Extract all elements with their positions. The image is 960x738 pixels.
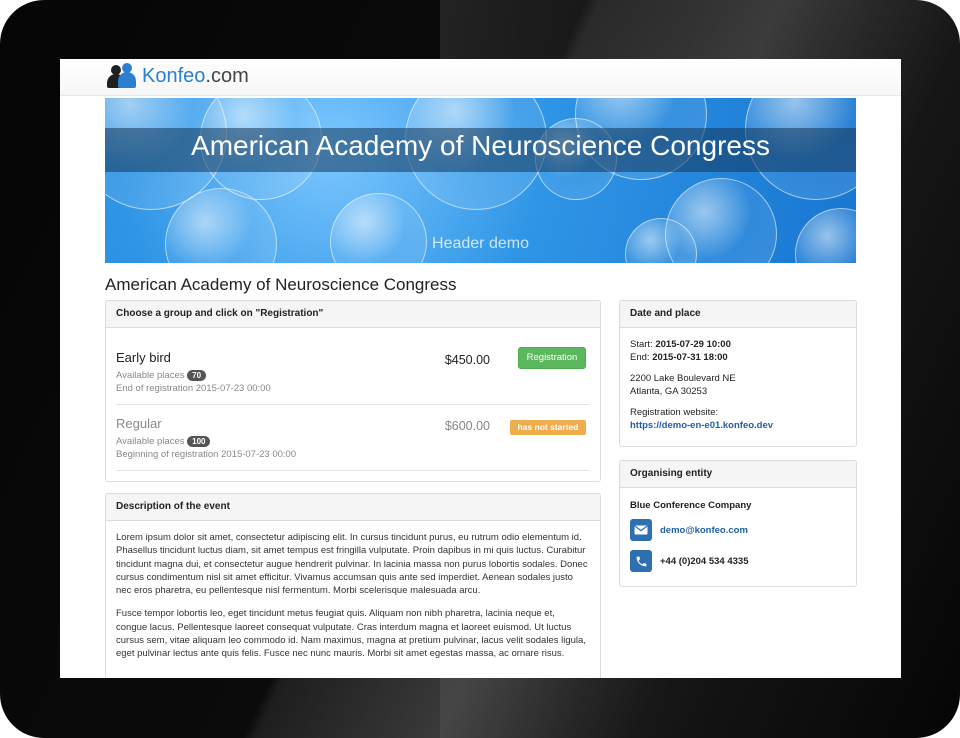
- start-date-row: Start: 2015-07-29 10:00: [630, 338, 846, 351]
- group-price: $450.00: [444, 353, 490, 367]
- date-place-heading: Date and place: [620, 301, 856, 328]
- end-value: 2015-07-31 18:00: [652, 352, 728, 363]
- logo-text: Konfeo.com: [142, 65, 249, 88]
- page-title: American Academy of Neuroscience Congres…: [105, 275, 457, 294]
- description-panel-heading: Description of the event: [106, 494, 600, 521]
- date-place-body: Start: 2015-07-29 10:00 End: 2015-07-31 …: [620, 328, 856, 432]
- envelope-icon: [630, 519, 652, 541]
- tablet-frame: Konfeo.com American Academy of Neuroscie…: [0, 0, 960, 738]
- website-link[interactable]: https://demo-en-e01.konfeo.dev: [630, 419, 846, 432]
- status-badge: has not started: [510, 420, 586, 435]
- logo-name: Konfeo: [142, 64, 206, 87]
- registration-date: Beginning of registration 2015-07-23 00:…: [116, 449, 297, 460]
- logo-domain: .com: [205, 64, 249, 87]
- banner-subtitle: Header demo: [432, 235, 529, 252]
- registration-date: End of registration 2015-07-23 00:00: [116, 383, 271, 394]
- organiser-phone: +44 (0)204 534 4335: [660, 555, 749, 567]
- website-label: Registration website:: [630, 407, 719, 418]
- end-date-row: End: 2015-07-31 18:00: [630, 351, 846, 364]
- top-navbar: Konfeo.com: [60, 59, 901, 96]
- browser-screen: Konfeo.com American Academy of Neuroscie…: [60, 59, 901, 678]
- available-places-badge: 70: [187, 369, 207, 381]
- address-line-2: Atlanta, GA 30253: [630, 386, 708, 397]
- site-logo[interactable]: Konfeo.com: [105, 62, 249, 90]
- description-paragraph: Lorem ipsum dolor sit amet, consectetur …: [116, 532, 588, 597]
- available-places-label: Available places: [116, 436, 185, 447]
- description-body: Lorem ipsum dolor sit amet, consectetur …: [106, 521, 600, 661]
- group-price: $600.00: [444, 419, 490, 433]
- email-row: demo@konfeo.com: [630, 519, 748, 541]
- start-label: Start:: [630, 339, 653, 350]
- start-value: 2015-07-29 10:00: [655, 339, 731, 350]
- organiser-name: Blue Conference Company: [630, 500, 752, 511]
- date-place-panel: Date and place Start: 2015-07-29 10:00 E…: [619, 300, 857, 447]
- description-paragraph: Fusce tempor lobortis leo, eget tincidun…: [116, 608, 586, 660]
- banner-title: American Academy of Neuroscience Congres…: [191, 130, 770, 161]
- description-panel: Description of the event Lorem ipsum dol…: [105, 493, 601, 678]
- phone-icon: [630, 550, 652, 572]
- phone-row: +44 (0)204 534 4335: [630, 550, 748, 572]
- organiser-email-link[interactable]: demo@konfeo.com: [660, 525, 748, 536]
- group-divider: [116, 470, 590, 471]
- registration-button[interactable]: Registration: [518, 347, 586, 369]
- group-meta: Available places 100 Beginning of regist…: [116, 435, 586, 461]
- event-banner: American Academy of Neuroscience Congres…: [105, 98, 856, 263]
- registration-panel-heading: Choose a group and click on "Registratio…: [106, 301, 600, 328]
- group-regular: Regular Available places 100 Beginning o…: [116, 416, 586, 461]
- group-divider: [116, 404, 590, 405]
- available-places-label: Available places: [116, 370, 185, 381]
- konfeo-logo-icon: [105, 62, 137, 90]
- end-label: End:: [630, 352, 650, 363]
- address-line-1: 2200 Lake Boulevard NE: [630, 373, 736, 384]
- organiser-heading: Organising entity: [620, 461, 856, 488]
- available-places-badge: 100: [187, 435, 211, 447]
- group-meta: Available places 70 End of registration …: [116, 369, 586, 395]
- group-early-bird: Early bird Available places 70 End of re…: [116, 347, 586, 395]
- group-name: Early bird: [116, 350, 171, 365]
- registration-panel: Choose a group and click on "Registratio…: [105, 300, 601, 482]
- organiser-panel: Organising entity Blue Conference Compan…: [619, 460, 857, 587]
